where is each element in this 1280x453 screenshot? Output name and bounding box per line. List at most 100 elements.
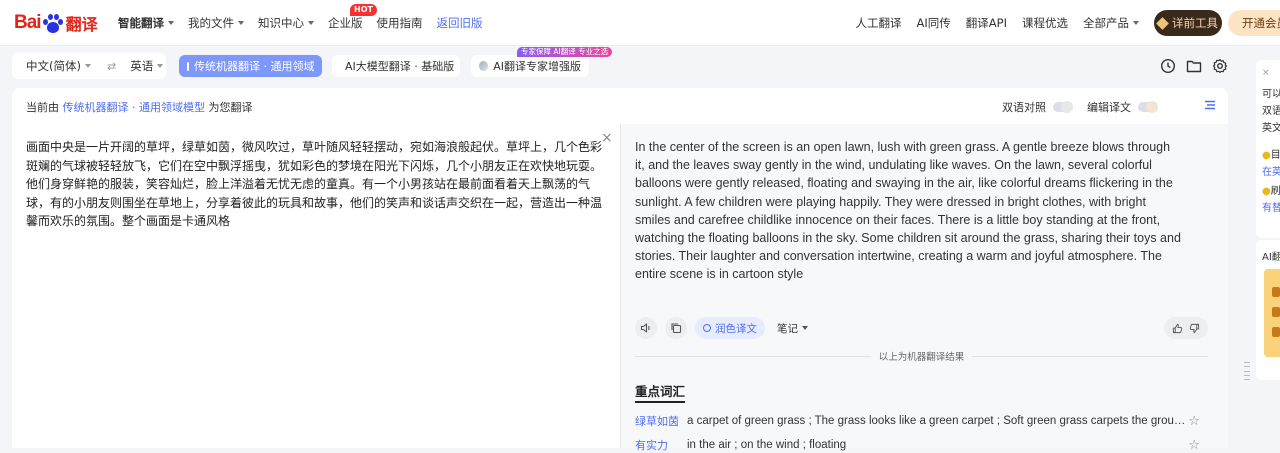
settings-gear-icon[interactable] — [1212, 58, 1228, 74]
top-bar: Bai 翻译 智能翻译 我的文件 知识中心 企业版 HOT 使用指南 返回旧版 人… — [0, 0, 1280, 46]
nav-back-old-version[interactable]: 返回旧版 — [437, 15, 483, 31]
nav-translate-api[interactable]: 翻译API — [966, 15, 1007, 31]
nav-label: 我的文件 — [188, 16, 234, 30]
history-icon[interactable] — [1160, 58, 1176, 74]
nav-label: 全部产品 — [1083, 16, 1129, 30]
vip-tools-button[interactable]: 详前工具 — [1154, 10, 1222, 36]
tab-label: AI翻译专家增强版 — [493, 60, 581, 73]
clear-text-close-icon[interactable]: × — [601, 130, 613, 146]
view-options: 双语对照 编辑译文 — [1002, 99, 1172, 115]
vocab-definition: a carpet of green grass ; The grass look… — [687, 415, 1187, 427]
tip-text: 英文 — [1262, 123, 1280, 134]
nav-label: 返回旧版 — [436, 16, 483, 30]
logo-text: Bai — [14, 12, 42, 33]
translate-icon — [187, 61, 189, 71]
language-selector: 中文(简体) ⇄ 英语 — [12, 53, 166, 79]
divider-line — [635, 355, 871, 357]
target-pane: In the center of the screen is an open l… — [621, 124, 1228, 453]
source-language-select[interactable]: 中文(简体) — [26, 58, 91, 74]
star-icon[interactable]: ☆ — [1188, 414, 1200, 429]
baidu-fanyi-logo[interactable]: Bai 翻译 — [14, 11, 98, 35]
target-language-label: 英语 — [130, 59, 154, 73]
copy-icon — [671, 323, 682, 334]
translation-panel: 当前由 传统机器翻译 · 通用领域模型 为您翻译 双语对照 编辑译文 画面中央是… — [12, 88, 1228, 453]
bulb-icon: ● — [1262, 186, 1271, 197]
layout-menu-icon[interactable] — [1204, 99, 1216, 111]
nav-courses[interactable]: 课程优选 — [1022, 15, 1068, 31]
nav-all-products[interactable]: 全部产品 — [1083, 15, 1139, 31]
tip-link[interactable]: 有替 — [1262, 199, 1280, 214]
swap-languages-icon[interactable]: ⇄ — [107, 60, 116, 73]
copy-button[interactable] — [665, 317, 687, 339]
source-language-label: 中文(简体) — [26, 59, 81, 73]
nav-human-translation[interactable]: 人工翻译 — [856, 15, 902, 31]
edit-translation-toggle[interactable] — [1138, 101, 1158, 113]
translation-actions: 润色译文 笔记 — [635, 317, 1208, 339]
tip-link[interactable]: 在英 — [1262, 163, 1280, 178]
nav-smart-translate[interactable]: 智能翻译 — [118, 15, 174, 31]
engine-info-bar: 当前由 传统机器翻译 · 通用领域模型 为您翻译 双语对照 编辑译文 — [12, 88, 1228, 124]
polish-label: 润色译文 — [715, 322, 757, 335]
right-nav: 人工翻译 AI同传 翻译API 课程优选 全部产品 详前工具 开通会员 — [856, 10, 1280, 36]
notes-dropdown[interactable]: 笔记 — [777, 321, 808, 336]
open-membership-button[interactable]: 开通会员 — [1228, 10, 1280, 36]
source-text-input[interactable]: 画面中央是一片开阔的草坪，绿草如茵，微风吹过，草叶随风轻轻摆动，宛如海浪般起伏。… — [26, 138, 602, 231]
close-icon[interactable]: × — [1262, 68, 1270, 78]
translation-output: In the center of the screen is an open l… — [635, 140, 1181, 282]
folder-icon[interactable] — [1186, 58, 1202, 74]
feedback-buttons — [1164, 317, 1208, 339]
vocab-word[interactable]: 绿草如茵 — [635, 413, 687, 429]
tips-card[interactable]: × 可以 双语 英文 ●目 在英 ●刷 有替 — [1256, 60, 1280, 238]
nav-label: 知识中心 — [258, 16, 304, 30]
hot-badge: HOT — [350, 4, 377, 16]
bilingual-label: 双语对照 — [1002, 101, 1046, 114]
vocab-item[interactable]: 有实力 in the air ; on the wind ; floating … — [635, 437, 1208, 453]
nav-knowledge-center[interactable]: 知识中心 — [258, 15, 314, 31]
nav-my-files[interactable]: 我的文件 — [188, 15, 244, 31]
star-icon[interactable]: ☆ — [1188, 438, 1200, 453]
vocab-item[interactable]: 绿草如茵 a carpet of green grass ; The grass… — [635, 413, 1208, 429]
paw-icon — [42, 13, 64, 33]
machine-translation-divider: 以上为机器翻译结果 — [635, 350, 1209, 363]
nav-guide[interactable]: 使用指南 — [377, 15, 423, 31]
target-language-select[interactable]: 英语 — [130, 58, 164, 74]
polish-icon — [703, 324, 711, 332]
bilingual-toggle[interactable] — [1053, 101, 1073, 113]
tip-item-label: 刷 — [1270, 186, 1280, 197]
engine-link[interactable]: 传统机器翻译 — [63, 101, 129, 114]
chevron-down-icon — [1133, 21, 1139, 25]
tip-text: 可以 — [1262, 89, 1280, 100]
thumbs-up-icon[interactable] — [1172, 323, 1183, 334]
main-nav: 智能翻译 我的文件 知识中心 企业版 HOT 使用指南 返回旧版 — [118, 4, 497, 31]
vocab-word[interactable]: 有实力 — [635, 437, 687, 453]
engine-info: 当前由 传统机器翻译 · 通用领域模型 为您翻译 — [26, 99, 253, 115]
nav-label: 使用指南 — [376, 16, 423, 30]
end-line-text: 以上为机器翻译结果 — [878, 352, 965, 363]
engine-prefix: 当前由 — [26, 101, 59, 114]
promo-illustration — [1264, 269, 1280, 357]
ai-promo-title: AI翻 — [1262, 252, 1280, 263]
vip-label: 详前工具 — [1172, 16, 1218, 30]
nav-label: 企业版 — [328, 16, 363, 30]
key-vocabulary-title: 重点词汇 — [635, 381, 686, 403]
nav-label: 智能翻译 — [118, 16, 164, 30]
polish-translation-button[interactable]: 润色译文 — [695, 317, 765, 339]
ai-promo-card[interactable]: AI翻 — [1256, 240, 1280, 380]
source-pane: 画面中央是一片开阔的草坪，绿草如茵，微风吹过，草叶随风轻轻摆动，宛如海浪般起伏。… — [12, 124, 620, 448]
tab-machine-translation[interactable]: 传统机器翻译 · 通用领域 — [179, 55, 322, 77]
nav-ai-interpretation[interactable]: AI同传 — [917, 15, 951, 31]
speaker-icon — [640, 323, 650, 333]
resize-handle-icon[interactable] — [1244, 362, 1250, 380]
vocab-definition: in the air ; on the wind ; floating — [687, 439, 847, 451]
edit-translation-label: 编辑译文 — [1087, 101, 1131, 114]
thumbs-down-icon[interactable] — [1189, 323, 1200, 334]
tab-ai-expert-translation[interactable]: AI翻译专家增强版 — [471, 55, 589, 77]
chevron-down-icon — [157, 64, 164, 68]
domain-model-link[interactable]: 通用领域模型 — [139, 101, 205, 114]
chevron-down-icon — [84, 64, 91, 68]
speaker-button[interactable] — [635, 317, 657, 339]
engine-separator: · — [128, 101, 139, 114]
tip-item: ●目 — [1262, 146, 1280, 161]
nav-enterprise[interactable]: 企业版 HOT — [328, 4, 377, 31]
tab-llm-translation[interactable]: AI大模型翻译 · 基础版 — [332, 55, 460, 77]
